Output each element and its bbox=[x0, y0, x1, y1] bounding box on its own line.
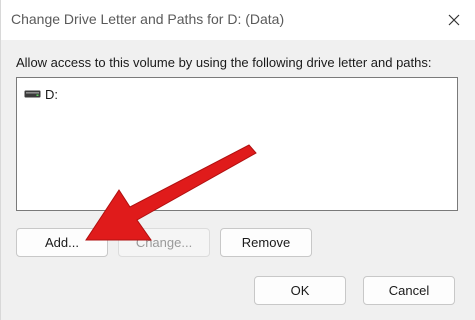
drive-icon bbox=[24, 90, 41, 98]
title-bar: Change Drive Letter and Paths for D: (Da… bbox=[1, 0, 475, 40]
close-button[interactable] bbox=[440, 6, 468, 34]
cancel-button[interactable]: Cancel bbox=[363, 276, 455, 305]
add-button[interactable]: Add... bbox=[16, 228, 108, 257]
list-item[interactable]: D: bbox=[24, 85, 58, 103]
instruction-text: Allow access to this volume by using the… bbox=[16, 55, 432, 70]
drive-label: D: bbox=[45, 86, 58, 102]
ok-button[interactable]: OK bbox=[254, 276, 346, 305]
paths-listbox[interactable]: D: bbox=[16, 77, 458, 211]
change-button[interactable]: Change... bbox=[118, 228, 210, 257]
window-title: Change Drive Letter and Paths for D: (Da… bbox=[11, 11, 285, 27]
close-icon bbox=[448, 14, 460, 26]
change-drive-letter-dialog: Change Drive Letter and Paths for D: (Da… bbox=[0, 0, 475, 320]
remove-button[interactable]: Remove bbox=[220, 228, 312, 257]
